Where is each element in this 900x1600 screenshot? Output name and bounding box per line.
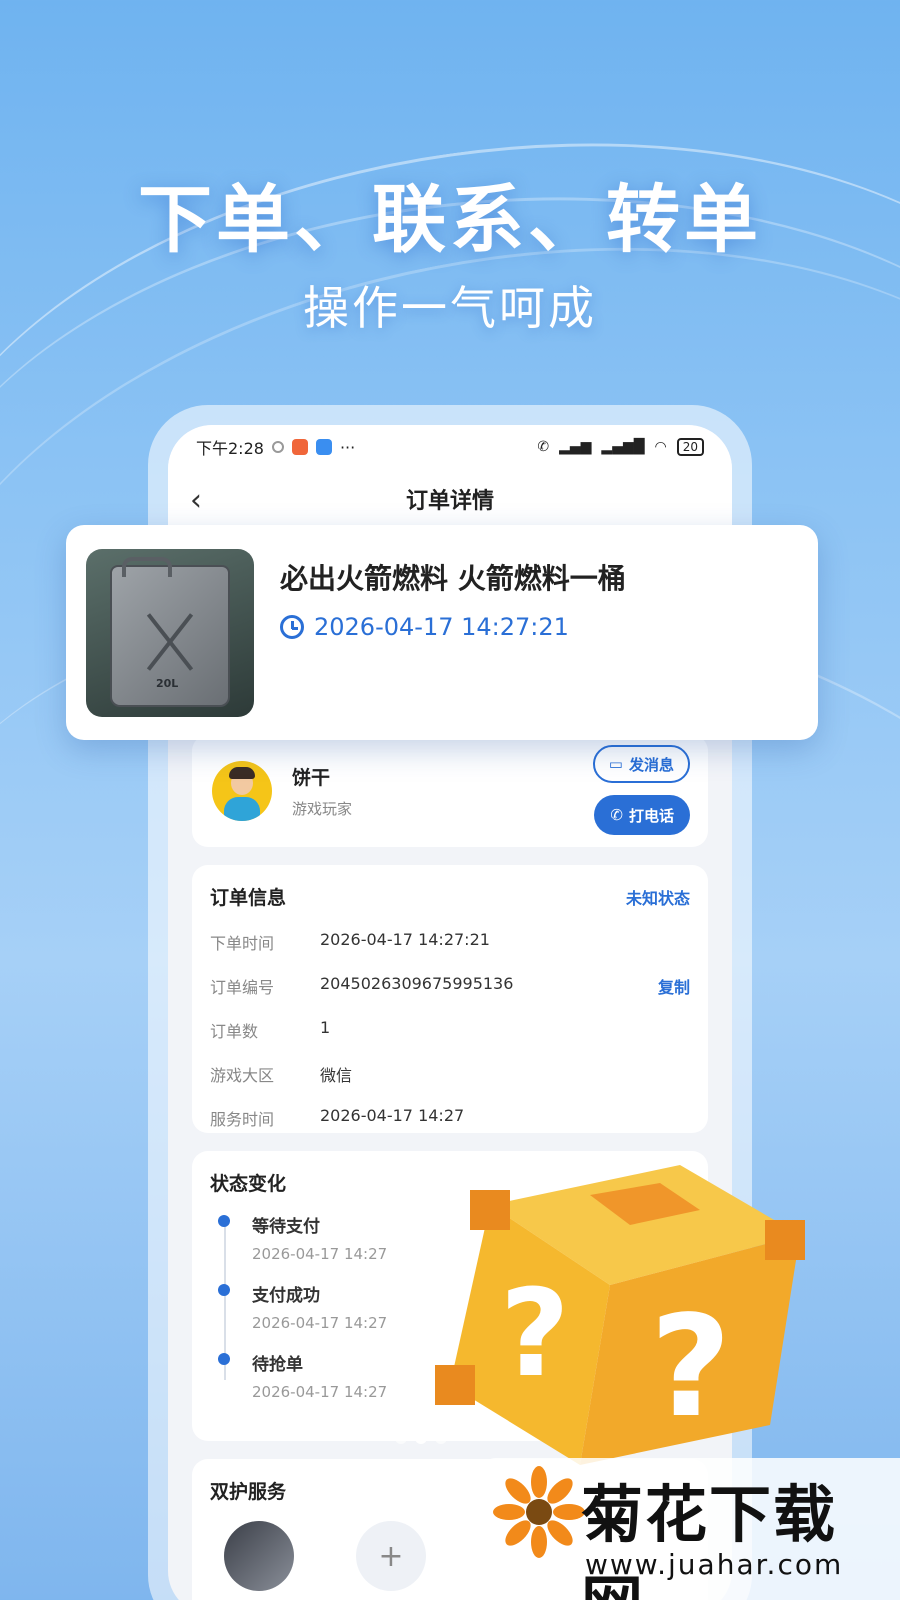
mystery-box-illustration: ? ? [435, 1165, 805, 1465]
order-info-row: 下单时间 2026-04-17 14:27:21 [210, 930, 690, 954]
product-title: 必出火箭燃料 火箭燃料一桶 [280, 562, 626, 595]
watermark-url: www.juahar.com [585, 1548, 844, 1581]
timeline-dot [218, 1284, 230, 1296]
carousel-pager [395, 1432, 447, 1444]
order-status: 未知状态 [625, 889, 690, 908]
user-name: 饼干 [292, 767, 331, 789]
order-info-title: 订单信息 [210, 887, 287, 909]
wifi-icon: ◠ [654, 439, 667, 455]
product-card[interactable]: 20L 必出火箭燃料 火箭燃料一桶 2026-04-17 14:27:21 [66, 525, 818, 740]
product-image: 20L [86, 549, 254, 717]
guard-avatar[interactable] [224, 1521, 294, 1591]
more-notifications-icon: ··· [339, 437, 356, 457]
order-info-value: 2026-04-17 14:27:21 [320, 930, 490, 949]
pager-dot[interactable] [395, 1432, 407, 1444]
back-icon[interactable]: ‹ [190, 483, 202, 518]
order-info-value: 微信 [320, 1066, 353, 1085]
battery-icon: 20 [676, 438, 704, 456]
user-card: 饼干 游戏玩家 ▭ 发消息 ✆ 打电话 [192, 735, 708, 847]
call-button[interactable]: ✆ 打电话 [594, 795, 690, 835]
signal-icon: ▂▄▆ [559, 439, 592, 455]
call-icon: ✆ [537, 439, 550, 455]
pager-dot[interactable] [435, 1432, 447, 1444]
order-info-value: 1 [320, 1018, 331, 1037]
sync-icon [271, 441, 284, 453]
jerrycan-label: 20L [156, 677, 179, 690]
product-time: 2026-04-17 14:27:21 [280, 613, 569, 641]
nav-bar: ‹ 订单详情 [168, 469, 732, 529]
add-guard-button[interactable]: + [356, 1521, 426, 1591]
product-time-value: 2026-04-17 14:27:21 [314, 613, 569, 641]
avatar [212, 761, 272, 821]
box-corner [470, 1190, 510, 1230]
signal-icon: ▂▄▆█ [601, 439, 645, 455]
question-mark-icon: ? [650, 1286, 731, 1449]
user-role: 游戏玩家 [292, 800, 353, 818]
order-info-row: 游戏大区 微信 [210, 1062, 690, 1086]
order-info-label: 订单数 [210, 1022, 259, 1041]
jerrycan-icon: 20L [110, 557, 230, 707]
app-notification-icon [315, 439, 332, 455]
question-mark-icon: ? [500, 1265, 570, 1404]
phone-icon: ✆ [610, 806, 623, 824]
watermark: 菊花下载网 www.juahar.com [485, 1458, 900, 1600]
box-corner [765, 1220, 805, 1260]
clock-icon [280, 615, 304, 639]
send-message-button[interactable]: ▭ 发消息 [592, 745, 690, 783]
send-message-label: 发消息 [628, 755, 674, 774]
order-info-card: 订单信息 未知状态 下单时间 2026-04-17 14:27:21 订单编号 … [192, 865, 708, 1133]
pager-dot-active[interactable] [415, 1432, 427, 1444]
call-label: 打电话 [628, 806, 674, 825]
promo-headline: 下单、联系、转单 [138, 177, 762, 263]
order-info-row: 订单数 1 [210, 1018, 690, 1042]
status-time: 下午2:28 [196, 439, 264, 458]
order-info-row: 订单编号 2045026309675995136 复制 [210, 974, 690, 998]
promo-subline: 操作一气呵成 [303, 281, 597, 335]
chat-icon: ▭ [608, 755, 623, 773]
timeline-dot [218, 1215, 230, 1227]
order-info-row: 服务时间 2026-04-17 14:27 [210, 1106, 690, 1130]
timeline-dot [218, 1353, 230, 1365]
order-info-label: 订单编号 [210, 978, 275, 997]
status-bar: 下午2:28 ··· ✆ ▂▄▆ ▂▄▆█ ◠ 20 [168, 425, 732, 469]
order-number-value: 2045026309675995136 [320, 974, 514, 993]
box-corner [435, 1365, 475, 1405]
order-info-label: 服务时间 [210, 1110, 275, 1129]
flower-logo-icon [493, 1466, 585, 1558]
order-info-value: 2026-04-17 14:27 [320, 1106, 465, 1125]
copy-button[interactable]: 复制 [658, 974, 690, 998]
order-info-label: 游戏大区 [210, 1066, 275, 1085]
order-info-label: 下单时间 [210, 934, 275, 953]
page-title: 订单详情 [405, 489, 494, 514]
app-notification-icon [291, 439, 308, 455]
